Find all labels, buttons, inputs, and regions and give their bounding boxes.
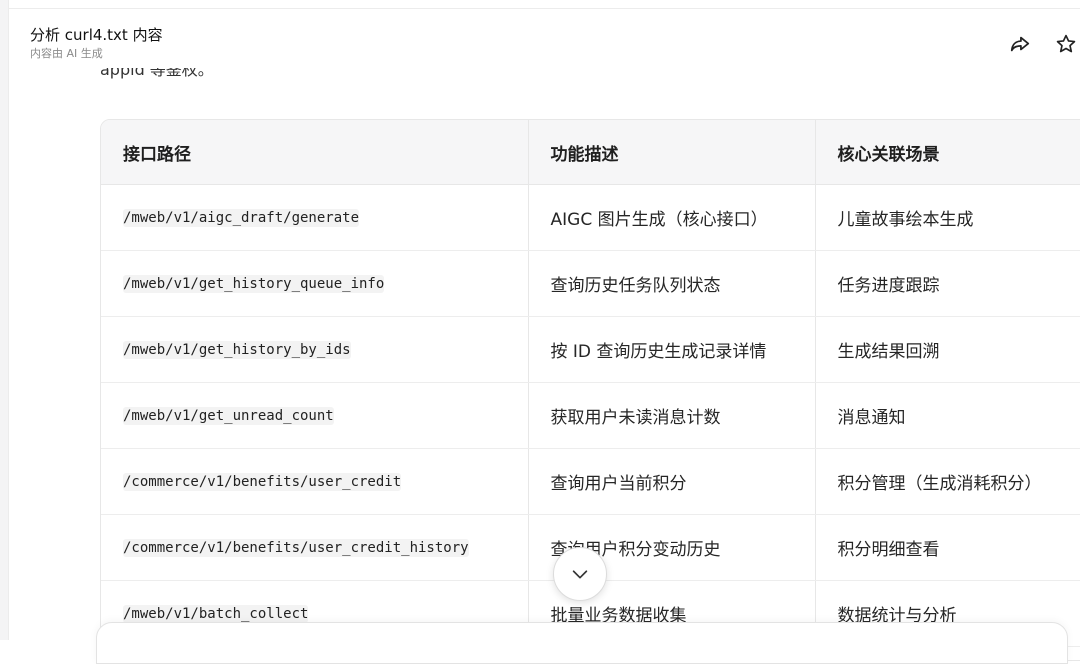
favorite-button[interactable] <box>1052 30 1080 58</box>
api-path-cell: /commerce/v1/benefits/user_credit <box>101 448 528 515</box>
top-divider <box>8 8 1080 9</box>
description-cell: 查询历史任务队列状态 <box>527 250 815 317</box>
api-path-code: /mweb/v1/get_history_queue_info <box>123 274 385 293</box>
api-path-code: /mweb/v1/get_unread_count <box>123 406 334 425</box>
preceding-paragraph-text: appid 等鉴权。 <box>100 68 214 79</box>
api-path-cell: /mweb/v1/get_unread_count <box>101 382 528 449</box>
scroll-to-bottom-button[interactable] <box>553 547 607 601</box>
conversation-header: 分析 curl4.txt 内容 内容由 AI 生成 <box>30 24 163 62</box>
description-cell: 按 ID 查询历史生成记录详情 <box>527 316 815 383</box>
share-button[interactable] <box>1006 30 1034 58</box>
api-path-code: /mweb/v1/batch_collect <box>123 604 309 623</box>
api-path-code: /mweb/v1/aigc_draft/generate <box>123 208 360 227</box>
description-cell: AIGC 图片生成（核心接口） <box>527 184 815 251</box>
header-actions <box>1006 30 1080 58</box>
chevron-down-icon <box>572 570 588 579</box>
message-input-box[interactable] <box>96 622 1068 664</box>
description-cell: 查询用户当前积分 <box>527 448 815 515</box>
api-path-cell: /mweb/v1/get_history_by_ids <box>101 316 528 383</box>
table-row: /commerce/v1/benefits/user_credit 查询用户当前… <box>101 448 1080 515</box>
scenario-cell: 积分明细查看 <box>814 514 1080 581</box>
scenario-cell: 任务进度跟踪 <box>814 250 1080 317</box>
ai-generated-note: 内容由 AI 生成 <box>30 47 103 60</box>
column-header-path: 接口路径 <box>101 120 528 185</box>
api-path-cell: /mweb/v1/aigc_draft/generate <box>101 184 528 251</box>
table-row: /mweb/v1/get_unread_count 获取用户未读消息计数 消息通… <box>101 382 1080 449</box>
api-path-code: /mweb/v1/get_history_by_ids <box>123 340 351 359</box>
table-row: /mweb/v1/get_history_by_ids 按 ID 查询历史生成记… <box>101 316 1080 383</box>
column-header-description: 功能描述 <box>527 120 815 185</box>
scenario-cell: 消息通知 <box>814 382 1080 449</box>
api-path-cell: /commerce/v1/benefits/user_credit_histor… <box>101 514 528 581</box>
api-path-code: /commerce/v1/benefits/user_credit <box>123 472 402 491</box>
preceding-paragraph: appid 等鉴权。 <box>100 68 500 84</box>
scenario-cell: 生成结果回溯 <box>814 316 1080 383</box>
api-path-code: /commerce/v1/benefits/user_credit_histor… <box>123 538 469 557</box>
table-header-row: 接口路径 功能描述 核心关联场景 <box>101 120 1080 185</box>
conversation-title: 分析 curl4.txt 内容 <box>30 26 163 44</box>
api-path-cell: /mweb/v1/get_history_queue_info <box>101 250 528 317</box>
left-rail <box>0 0 9 640</box>
star-icon <box>1056 34 1076 53</box>
description-cell: 获取用户未读消息计数 <box>527 382 815 449</box>
column-header-scenario: 核心关联场景 <box>814 120 1080 185</box>
table-row: /mweb/v1/aigc_draft/generate AIGC 图片生成（核… <box>101 184 1080 251</box>
scenario-cell: 儿童故事绘本生成 <box>814 184 1080 251</box>
table-row: /mweb/v1/get_history_queue_info 查询历史任务队列… <box>101 250 1080 317</box>
share-icon <box>1010 36 1030 52</box>
scenario-cell: 积分管理（生成消耗积分） <box>814 448 1080 515</box>
